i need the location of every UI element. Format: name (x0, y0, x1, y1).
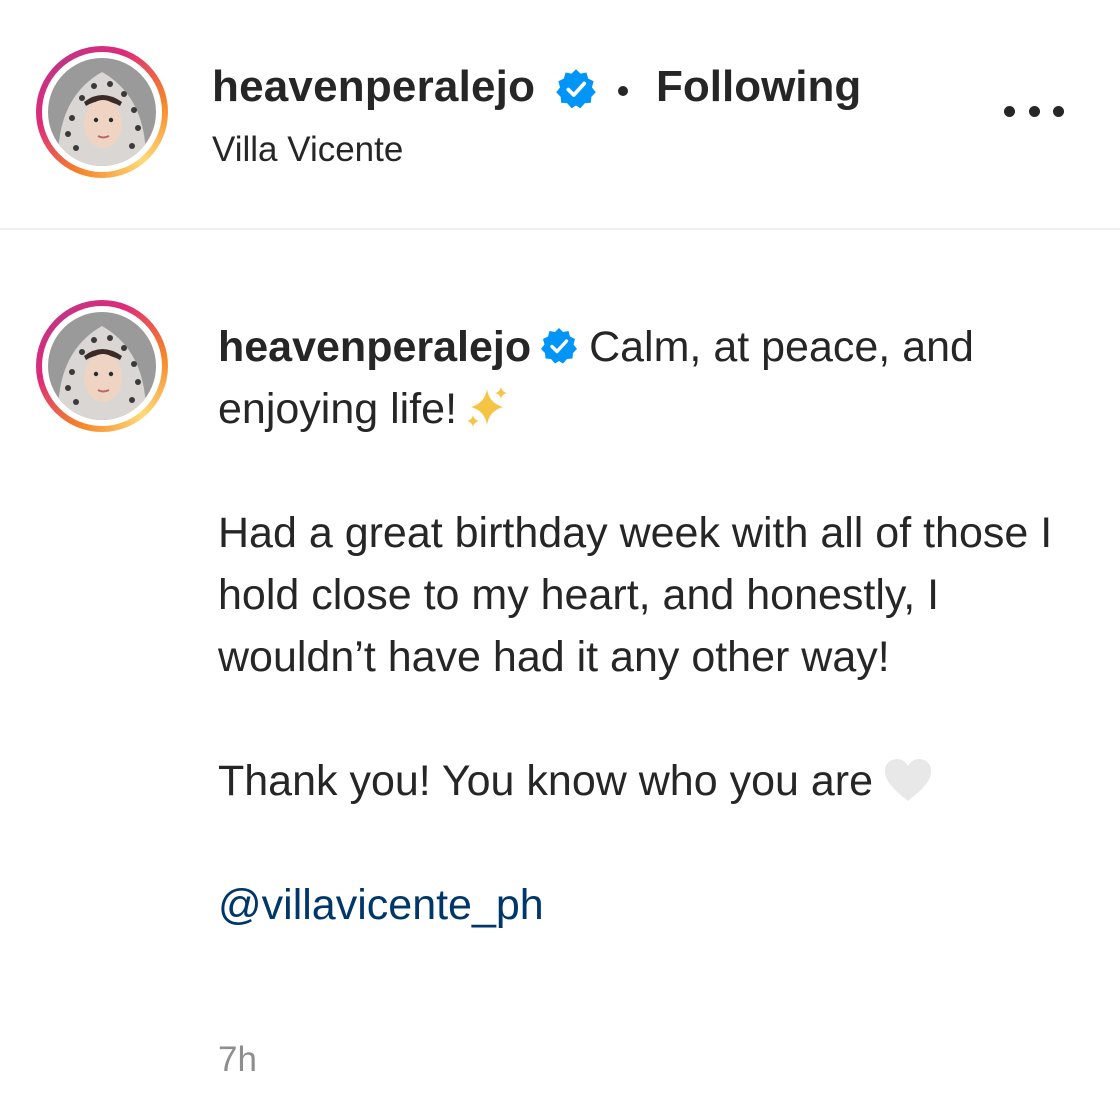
more-dot (1028, 105, 1040, 117)
profile-photo (48, 312, 156, 420)
more-dot (1004, 105, 1015, 117)
caption-third-paragraph: Thank you! You know who you are (218, 750, 1078, 812)
caption-mention-paragraph: @villavicente_ph (218, 874, 1078, 936)
caption-username[interactable]: heavenperalejo (218, 323, 531, 371)
avatar-frame (42, 306, 162, 426)
header-username[interactable]: heavenperalejo (212, 62, 535, 112)
header-divider (0, 228, 1120, 230)
separator-dot (618, 86, 628, 96)
verified-badge-icon (541, 328, 578, 364)
post-timestamp[interactable]: 7h (218, 1040, 257, 1080)
caption-avatar[interactable] (36, 300, 168, 432)
white-heart-emoji (885, 759, 931, 801)
caption-second-paragraph: Had a great birthday week with all of th… (218, 509, 1053, 681)
caption-thanks-text: Thank you! You know who you are (218, 757, 873, 805)
caption-first-paragraph: heavenperalejo Calm, at peace, and enjoy… (218, 316, 1078, 440)
post-header: heavenperalejo Following Villa Vicente (0, 0, 1120, 228)
following-button[interactable]: Following (656, 62, 861, 112)
more-options-icon[interactable] (1004, 96, 1064, 126)
header-avatar[interactable] (36, 46, 168, 178)
sparkles-emoji (467, 387, 508, 427)
location-link[interactable]: Villa Vicente (212, 130, 403, 170)
verified-badge-icon (556, 69, 596, 109)
avatar-frame (42, 52, 162, 172)
more-dot (1053, 105, 1064, 117)
profile-photo (48, 58, 156, 166)
mention-link[interactable]: @villavicente_ph (218, 881, 544, 929)
post-caption: heavenperalejo Calm, at peace, and enjoy… (218, 316, 1078, 936)
